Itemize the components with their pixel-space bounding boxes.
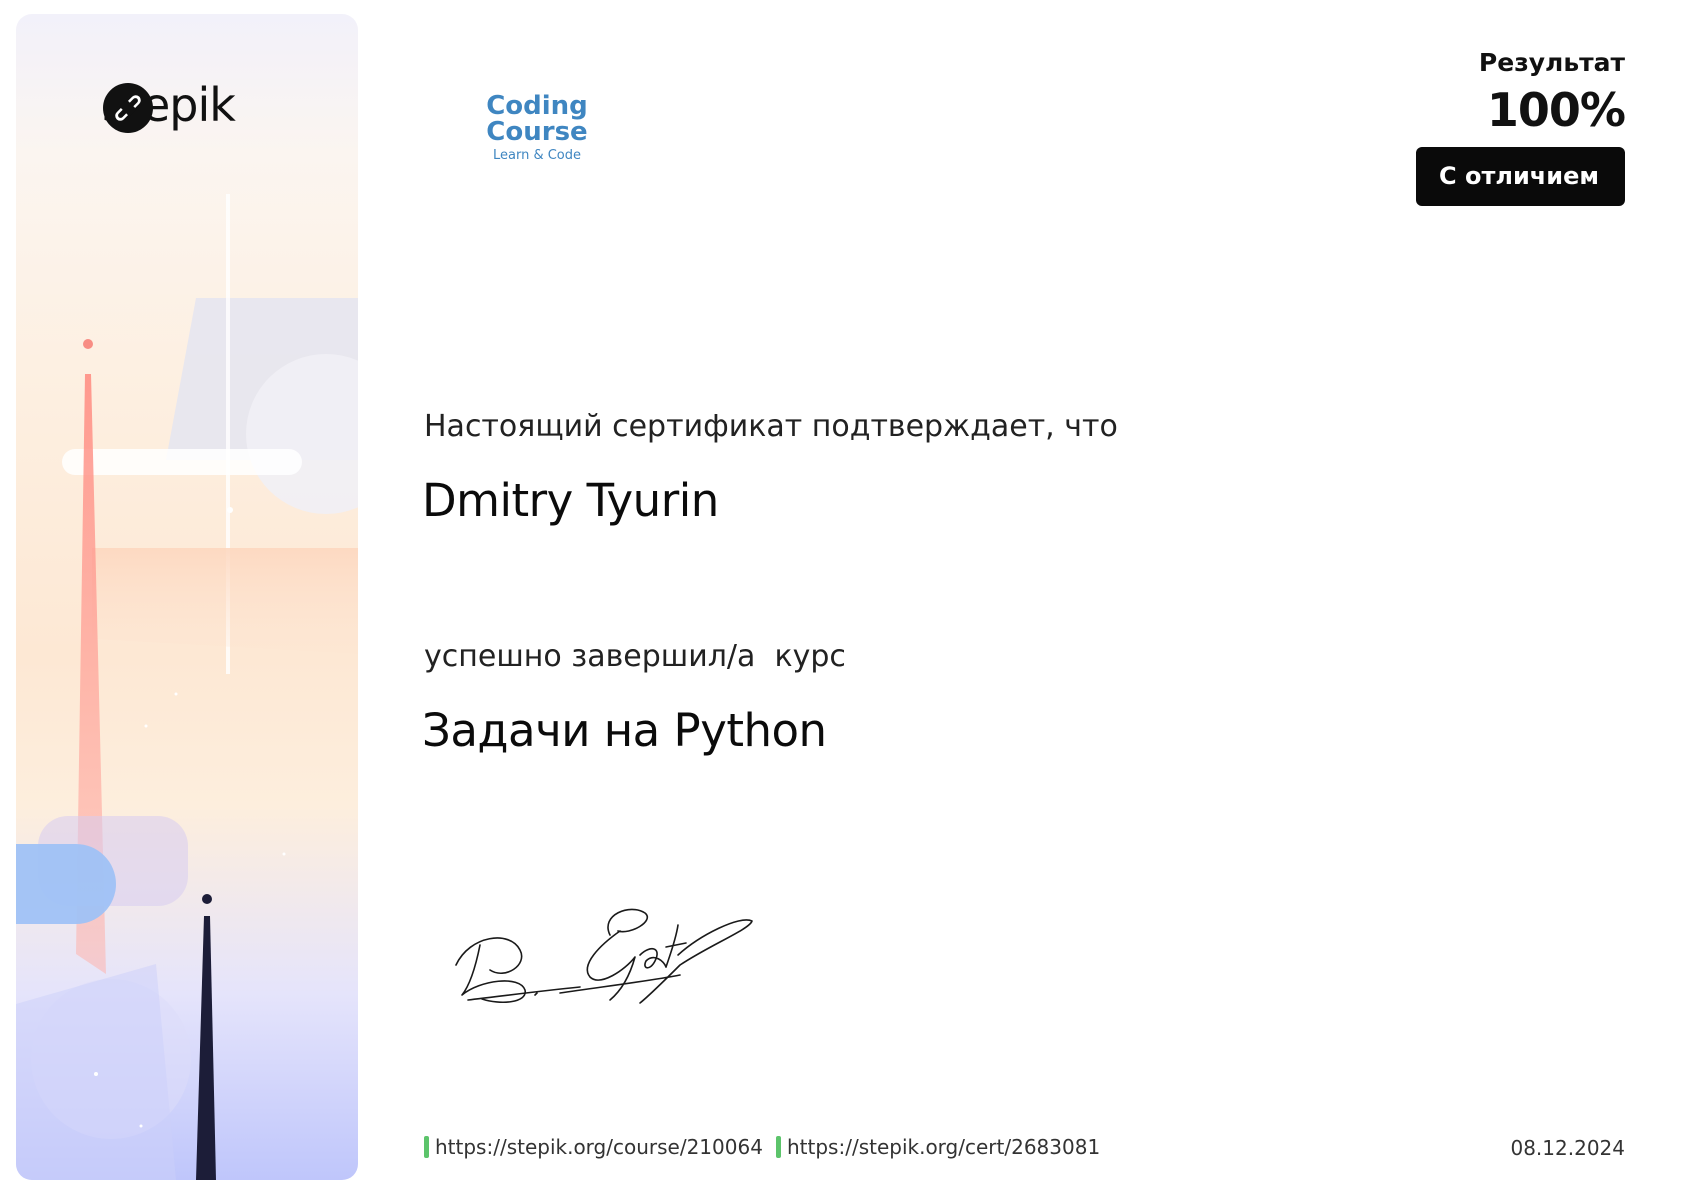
course-title: Задачи на Python xyxy=(422,704,827,757)
result-block: Результат 100% С отличием xyxy=(1416,48,1626,206)
partner-name: Coding Course xyxy=(486,91,588,147)
certificate-url[interactable]: https://stepik.org/cert/2683081 xyxy=(787,1135,1100,1159)
distinction-badge: С отличием xyxy=(1416,147,1625,206)
certificate-link[interactable]: https://stepik.org/cert/2683081 xyxy=(776,1135,1100,1159)
decorative-side-panel: stepik xyxy=(16,14,358,1180)
course-url[interactable]: https://stepik.org/course/210064 xyxy=(435,1135,763,1159)
issue-date: 08.12.2024 xyxy=(1510,1136,1625,1160)
partner-logo: Coding Course Learn & Code xyxy=(432,93,642,163)
stepik-logo: stepik xyxy=(102,82,236,133)
certificate-statement: Настоящий сертификат подтверждает, что xyxy=(424,409,1118,444)
partner-tagline: Learn & Code xyxy=(492,148,582,163)
result-value: 100% xyxy=(1486,83,1626,137)
signature xyxy=(450,895,770,1019)
link-marker xyxy=(776,1136,781,1158)
stepik-link-icon xyxy=(103,83,153,133)
handwritten-signature xyxy=(455,908,753,1004)
link-marker xyxy=(424,1136,429,1158)
course-link[interactable]: https://stepik.org/course/210064 xyxy=(424,1135,763,1159)
panel-illustration xyxy=(16,194,358,1180)
recipient-name: Dmitry Tyurin xyxy=(422,474,719,527)
completed-text: успешно завершил/а курс xyxy=(424,639,846,674)
result-label: Результат xyxy=(1478,48,1625,77)
